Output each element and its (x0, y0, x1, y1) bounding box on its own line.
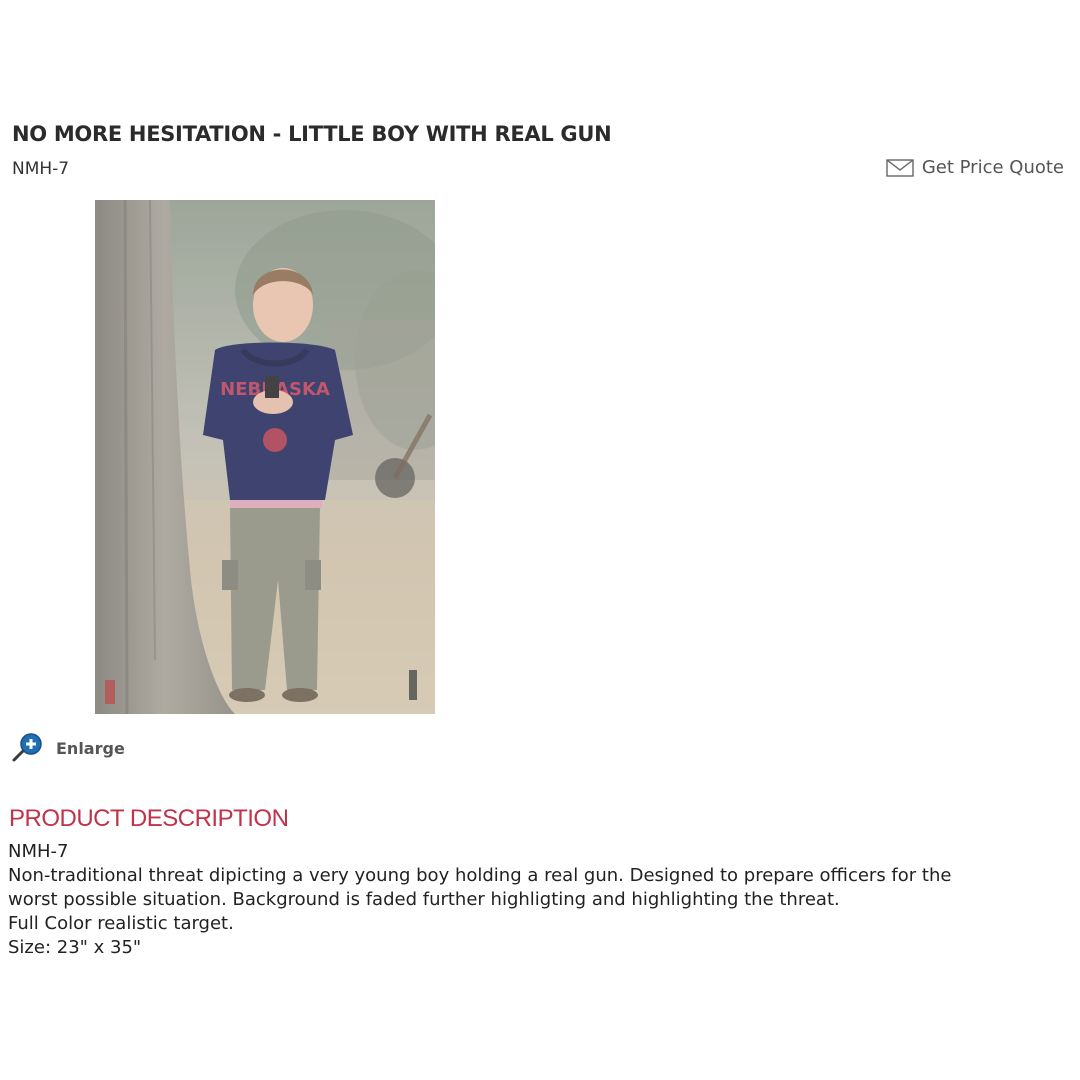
magnifier-plus-icon (10, 732, 46, 764)
product-sku: NMH-7 (12, 159, 70, 179)
description-line: NMH-7 (8, 841, 69, 862)
description-line: Full Color realistic target. (8, 913, 234, 934)
description-line: worst possible situation. Background is … (8, 889, 840, 910)
description-line: Size: 23" x 35" (8, 937, 142, 958)
enlarge-label: Enlarge (56, 738, 125, 758)
product-image[interactable]: NEBRASKA (95, 200, 435, 714)
product-page: NO MORE HESITATION - LITTLE BOY WITH REA… (0, 0, 1080, 1080)
product-description: NMH-7 Non-traditional threat dipicting a… (8, 840, 1048, 960)
product-description-heading: PRODUCT DESCRIPTION (9, 805, 289, 832)
get-price-quote-label: Get Price Quote (921, 157, 1064, 178)
product-title: NO MORE HESITATION - LITTLE BOY WITH REA… (12, 122, 612, 146)
get-price-quote-link[interactable]: Get Price Quote (886, 157, 1064, 178)
envelope-icon (886, 158, 914, 178)
enlarge-link[interactable]: Enlarge (10, 732, 125, 764)
description-line: Non-traditional threat dipicting a very … (8, 865, 952, 886)
